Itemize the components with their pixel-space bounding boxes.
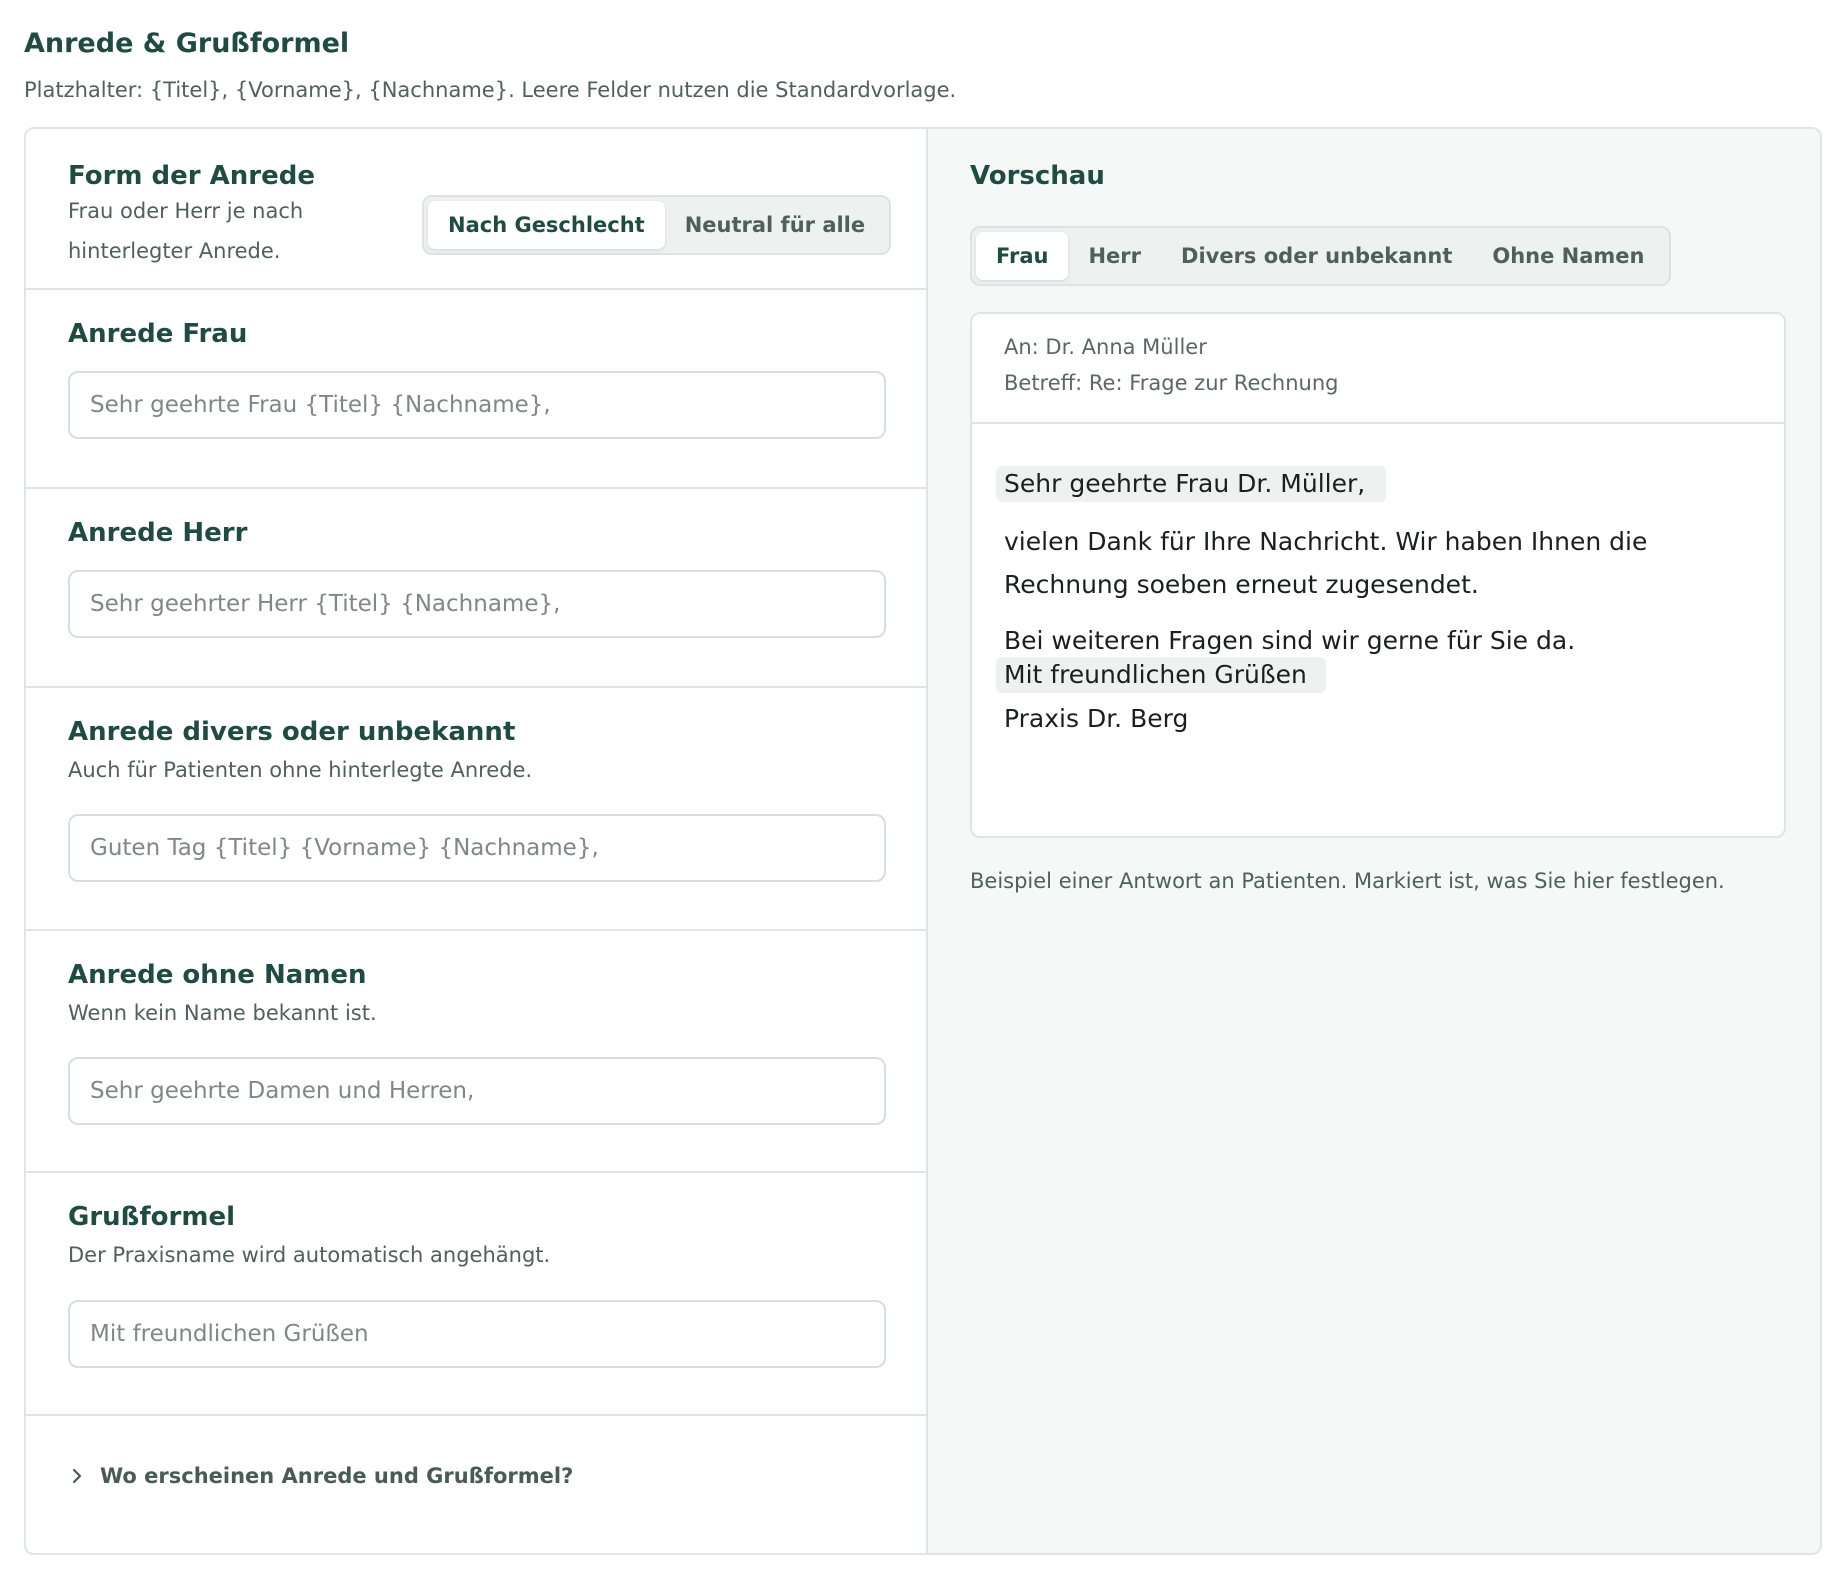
salutation-mode-toggle: Nach Geschlecht Neutral für alle <box>422 195 892 255</box>
section-title: Form der Anrede <box>68 161 315 191</box>
email-header: An: Dr. Anna Müller Betreff: Re: Frage z… <box>972 314 1784 424</box>
tab-ohne-namen[interactable]: Ohne Namen <box>1472 232 1664 280</box>
email-subject: Betreff: Re: Frage zur Rechnung <box>1004 371 1339 395</box>
preview-tabs: Frau Herr Divers oder unbekannt Ohne Nam… <box>970 226 1671 286</box>
section-grussformel: Grußformel Der Praxisname wird automatis… <box>26 1173 926 1416</box>
help-disclosure-label: Wo erscheinen Anrede und Grußformel? <box>100 1464 574 1488</box>
help-disclosure[interactable]: Wo erscheinen Anrede und Grußformel? <box>68 1464 573 1488</box>
section-anrede-herr: Anrede Herr <box>26 489 926 688</box>
page-header: Anrede & Grußformel Platzhalter: {Titel}… <box>24 26 1824 104</box>
option-neutral-fuer-alle[interactable]: Neutral für alle <box>665 201 885 249</box>
section-anrede-ohne-namen: Anrede ohne Namen Wenn kein Name bekannt… <box>26 931 926 1173</box>
tab-frau[interactable]: Frau <box>976 232 1069 280</box>
email-signature: Praxis Dr. Berg <box>1004 704 1189 733</box>
preview-title: Vorschau <box>970 161 1105 191</box>
section-form-der-anrede: Form der Anrede Frau oder Herr je nach h… <box>26 129 926 290</box>
tab-herr[interactable]: Herr <box>1068 232 1161 280</box>
anrede-ohne-namen-input[interactable] <box>68 1057 886 1125</box>
page-title: Anrede & Grußformel <box>24 28 350 59</box>
email-closing: Mit freundlichen Grüßen <box>1004 660 1307 689</box>
section-desc: Wenn kein Name bekannt ist. <box>68 1001 377 1025</box>
preview-caption: Beispiel einer Antwort an Patienten. Mar… <box>970 869 1725 893</box>
section-title: Anrede Frau <box>68 319 248 349</box>
email-preview-card: An: Dr. Anna Müller Betreff: Re: Frage z… <box>970 312 1786 838</box>
section-desc: Auch für Patienten ohne hinterlegte Anre… <box>68 758 533 782</box>
section-title: Anrede divers oder unbekannt <box>68 717 516 747</box>
email-recipient: An: Dr. Anna Müller <box>1004 335 1207 359</box>
section-desc: Der Praxisname wird automatisch angehäng… <box>68 1243 551 1267</box>
page-subtitle: Platzhalter: {Titel}, {Vorname}, {Nachna… <box>24 78 957 102</box>
tab-divers[interactable]: Divers oder unbekannt <box>1161 232 1472 280</box>
email-body-line: Rechnung soeben erneut zugesendet. <box>1004 570 1479 599</box>
anrede-divers-input[interactable] <box>68 814 886 882</box>
email-body-line: vielen Dank für Ihre Nachricht. Wir habe… <box>1004 527 1648 556</box>
section-title: Grußformel <box>68 1202 236 1232</box>
section-desc-line2: hinterlegter Anrede. <box>68 239 281 263</box>
section-desc-line1: Frau oder Herr je nach <box>68 199 304 223</box>
settings-panel: Form der Anrede Frau oder Herr je nach h… <box>24 127 1822 1555</box>
anrede-herr-input[interactable] <box>68 570 886 638</box>
chevron-right-icon <box>72 1468 82 1484</box>
preview-column: Vorschau Frau Herr Divers oder unbekannt… <box>926 129 1820 1553</box>
section-title: Anrede Herr <box>68 518 248 548</box>
section-anrede-divers: Anrede divers oder unbekannt Auch für Pa… <box>26 688 926 931</box>
email-salutation: Sehr geehrte Frau Dr. Müller, <box>1004 469 1366 498</box>
section-anrede-frau: Anrede Frau <box>26 290 926 489</box>
option-nach-geschlecht[interactable]: Nach Geschlecht <box>428 201 665 249</box>
anrede-frau-input[interactable] <box>68 371 886 439</box>
grussformel-input[interactable] <box>68 1300 886 1368</box>
section-title: Anrede ohne Namen <box>68 960 367 990</box>
settings-column: Form der Anrede Frau oder Herr je nach h… <box>26 129 926 1553</box>
